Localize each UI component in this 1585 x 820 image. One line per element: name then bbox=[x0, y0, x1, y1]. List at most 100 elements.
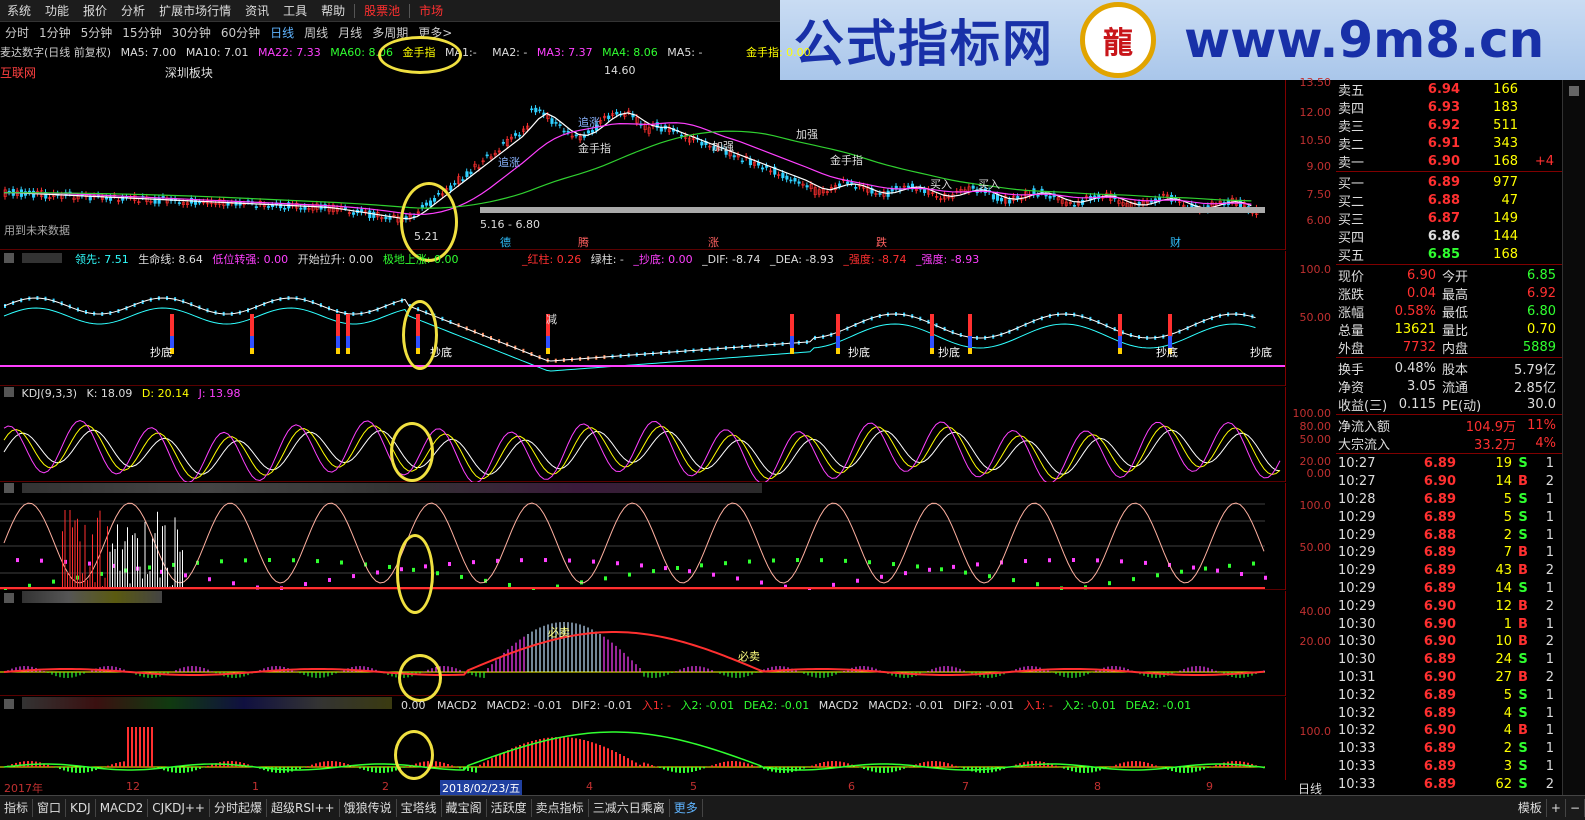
tick-time: 10:29 bbox=[1338, 580, 1376, 596]
period-tab-5[interactable]: 60分钟 bbox=[216, 24, 265, 41]
period-tab-2[interactable]: 5分钟 bbox=[76, 24, 118, 41]
vertical-scrollbar[interactable] bbox=[1562, 80, 1585, 795]
quote-row: 卖四 6.93 183 bbox=[1336, 98, 1562, 117]
y-tick: 20.00 bbox=[1299, 635, 1332, 648]
ind5-chart bbox=[0, 622, 1265, 678]
indicator-tab-11[interactable]: 卖点指标 bbox=[532, 799, 589, 817]
quote-row: 卖五 6.94 166 bbox=[1336, 80, 1562, 99]
period-tab-1[interactable]: 1分钟 bbox=[34, 24, 76, 41]
highlight-circle bbox=[394, 730, 434, 780]
menu-item-0[interactable]: 系统 bbox=[0, 0, 38, 22]
indicator-tab-1[interactable]: 窗口 bbox=[33, 799, 67, 817]
quote-change: +4 bbox=[1534, 153, 1554, 169]
panel-toggle-icon[interactable] bbox=[4, 593, 14, 603]
quote-volume: 168 bbox=[1493, 246, 1518, 262]
tick-side: B bbox=[1518, 616, 1528, 632]
period-tab-8[interactable]: 月线 bbox=[333, 24, 367, 41]
kdj-panel[interactable] bbox=[0, 402, 1285, 484]
sector-a: 互联网 bbox=[0, 66, 37, 80]
indicator-tab-7[interactable]: 饿狼传说 bbox=[340, 799, 397, 817]
ind5-panel[interactable]: 必卖 必卖 bbox=[0, 606, 1285, 702]
y-tick: 6.00 bbox=[1306, 214, 1332, 227]
indicator-tab-8[interactable]: 宝塔线 bbox=[397, 799, 442, 817]
tick-price: 6.89 bbox=[1423, 563, 1456, 579]
indicator-tab-2[interactable]: KDJ bbox=[66, 799, 96, 817]
indicator-tab-0[interactable]: 指标 bbox=[0, 799, 34, 817]
menu-stockpool[interactable]: 股票池 bbox=[357, 0, 407, 22]
stat-label: 涨幅 bbox=[1338, 305, 1365, 321]
y-tick: 13.50 bbox=[1299, 76, 1332, 89]
tick-price: 6.89 bbox=[1423, 741, 1456, 757]
menu-market[interactable]: 市场 bbox=[412, 0, 450, 22]
kline-panel[interactable]: 用到未来数据 14.60 5.21 5.16 - 6.80 追涨 追涨 金手指 … bbox=[0, 64, 1285, 262]
y-tick: 50.00 bbox=[1299, 311, 1332, 324]
scroll-up-icon[interactable] bbox=[1569, 86, 1579, 96]
indicator-tab-10[interactable]: 活跃度 bbox=[487, 799, 532, 817]
ind1-panel[interactable]: 抄底 抄底 抄底 抄底 抄底 抄底 减 bbox=[0, 266, 1285, 386]
indicator-tab-13[interactable]: 更多 bbox=[670, 799, 703, 817]
menu-item-5[interactable]: 资讯 bbox=[238, 0, 276, 22]
stat-label: 最低 bbox=[1442, 305, 1469, 321]
period-tab-3[interactable]: 15分钟 bbox=[117, 24, 166, 41]
x-tick: 7 bbox=[962, 780, 969, 793]
quote-volume: 343 bbox=[1493, 135, 1518, 151]
y-tick: 50.00 bbox=[1299, 541, 1332, 554]
panel-toggle-icon[interactable] bbox=[4, 483, 14, 493]
quote-volume: 511 bbox=[1493, 117, 1518, 133]
period-tab-7[interactable]: 周线 bbox=[299, 24, 333, 41]
ma10-value: MA10: 7.01 bbox=[185, 46, 249, 59]
menu-item-7[interactable]: 帮助 bbox=[314, 0, 352, 22]
tick-time: 10:29 bbox=[1338, 563, 1376, 579]
panel-toggle-icon[interactable] bbox=[4, 387, 14, 397]
tick-count: 1 bbox=[1545, 580, 1554, 596]
indicator-tab-12[interactable]: 三减六日乘离 bbox=[589, 799, 670, 817]
quote-label: 卖三 bbox=[1338, 119, 1365, 135]
quote-volume: 149 bbox=[1493, 210, 1518, 226]
indicator-tab-9[interactable]: 藏宝阁 bbox=[442, 799, 487, 817]
tick-count: 2 bbox=[1545, 634, 1554, 650]
tick-volume: 5 bbox=[1503, 491, 1512, 507]
y-tick: 7.50 bbox=[1306, 188, 1332, 201]
menu-item-4[interactable]: 扩展市场行情 bbox=[152, 0, 238, 22]
zhuizhang-a: 追涨 bbox=[498, 156, 520, 169]
ind4-panel[interactable] bbox=[0, 498, 1285, 614]
period-tab-6[interactable]: 日线 bbox=[265, 24, 299, 41]
macd-panel[interactable] bbox=[0, 712, 1285, 780]
tick-side: S bbox=[1518, 491, 1528, 507]
indicator-tab-5[interactable]: 分时起爆 bbox=[210, 799, 267, 817]
x-tick: 2 bbox=[382, 780, 389, 793]
period-tab-0[interactable]: 分时 bbox=[0, 24, 34, 41]
stat-row: 现价 6.90 今开 6.85 bbox=[1336, 266, 1562, 285]
stat-label: 现价 bbox=[1338, 269, 1365, 285]
indicator-tab-3[interactable]: MACD2 bbox=[96, 799, 149, 817]
panel-toggle-icon[interactable] bbox=[4, 253, 14, 263]
x-tick: 1 bbox=[252, 780, 259, 793]
menu-item-6[interactable]: 工具 bbox=[276, 0, 314, 22]
tick-time: 10:30 bbox=[1338, 616, 1376, 632]
zhuizhang-b: 追涨 bbox=[578, 116, 600, 129]
tick-row: 10:32 6.90 4 B 1 bbox=[1336, 722, 1562, 740]
tick-volume: 10 bbox=[1495, 634, 1512, 650]
indicator-tab-6[interactable]: 超级RSI++ bbox=[267, 799, 340, 817]
indicator-tab-4[interactable]: CJKDJ++ bbox=[148, 799, 210, 817]
tick-row: 10:29 6.89 43 B 2 bbox=[1336, 562, 1562, 580]
jian-label: 减 bbox=[546, 313, 557, 326]
tick-count: 1 bbox=[1545, 723, 1554, 739]
quote-volume: 183 bbox=[1493, 99, 1518, 115]
bottom-right-1[interactable]: + bbox=[1547, 799, 1566, 817]
x-tick: 5 bbox=[690, 780, 697, 793]
panel-toggle-icon[interactable] bbox=[4, 699, 14, 709]
menu-item-3[interactable]: 分析 bbox=[114, 0, 152, 22]
stat-value: 6.92 bbox=[1527, 285, 1556, 301]
period-tab-4[interactable]: 30分钟 bbox=[167, 24, 216, 41]
tick-price: 6.90 bbox=[1423, 598, 1456, 614]
ind1-jidi: 极地上涨: 0.00 bbox=[382, 253, 459, 266]
quote-row: 买五 6.85 168 bbox=[1336, 245, 1562, 264]
future-data-label: 用到未来数据 bbox=[4, 224, 70, 237]
bottom-right-0[interactable]: 模板 bbox=[1514, 799, 1547, 817]
menu-item-1[interactable]: 功能 bbox=[38, 0, 76, 22]
bottom-right-2[interactable]: − bbox=[1566, 799, 1585, 817]
tick-row: 10:30 6.89 24 S 1 bbox=[1336, 651, 1562, 669]
ind1-qiangdu-b: _强度: -8.93 bbox=[916, 253, 980, 266]
menu-item-2[interactable]: 报价 bbox=[76, 0, 114, 22]
